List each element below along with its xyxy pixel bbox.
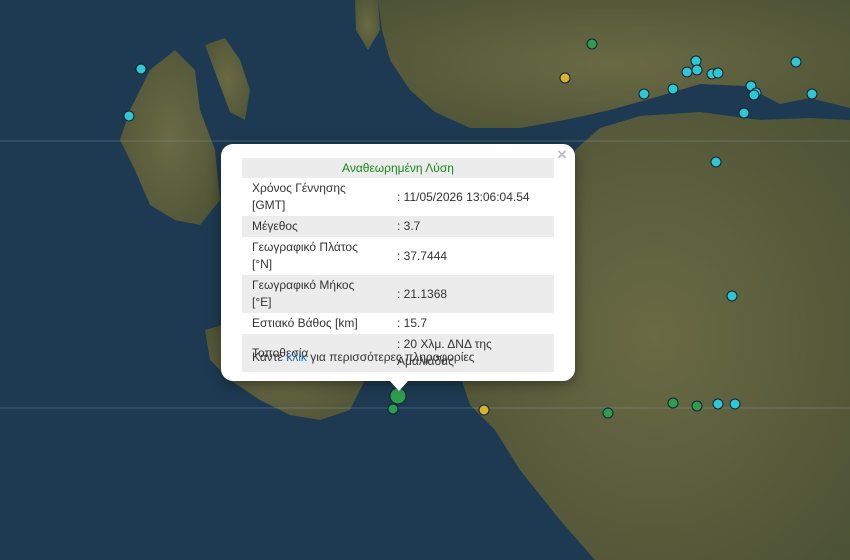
marker-cyan[interactable] (712, 67, 724, 79)
marker-cyan[interactable] (135, 63, 147, 75)
marker-green[interactable] (387, 403, 399, 415)
popup-title: Αναθεωρημένη Λύση (242, 158, 554, 178)
marker-green[interactable] (602, 407, 614, 419)
earthquake-popup: × Αναθεωρημένη Λύση Χρόνος Γέννησης [GMT… (221, 144, 575, 381)
row-label: Μέγεθος (242, 216, 387, 237)
marker-cyan[interactable] (638, 88, 650, 100)
more-suffix: για περισσότερες πληροφορίες (306, 350, 475, 364)
marker-cyan[interactable] (691, 64, 703, 76)
info-table: Χρόνος Γέννησης [GMT] : 11/05/2026 13:06… (242, 178, 554, 372)
table-row: Γεωγραφικό Πλάτος [°N] : 37.7444 (242, 237, 554, 275)
marker-cyan[interactable] (712, 398, 724, 410)
marker-cyan[interactable] (748, 89, 760, 101)
marker-cyan[interactable] (729, 398, 741, 410)
close-icon[interactable]: × (553, 146, 571, 164)
more-info-text: Κάντε κλικ για περισσότερες πληροφορίες (252, 350, 475, 364)
marker-cyan[interactable] (710, 156, 722, 168)
popup-pointer (389, 380, 409, 391)
marker-green[interactable] (586, 38, 598, 50)
marker-cyan[interactable] (690, 55, 702, 67)
marker-cyan[interactable] (681, 66, 693, 78)
marker-cyan[interactable] (790, 56, 802, 68)
row-value: : 3.7 (387, 216, 554, 237)
row-value: : 21.1368 (387, 275, 554, 313)
marker-green[interactable] (691, 400, 703, 412)
marker-cyan[interactable] (123, 110, 135, 122)
row-value: : 15.7 (397, 316, 428, 330)
marker-cyan[interactable] (667, 83, 679, 95)
row-label: Χρόνος Γέννησης [GMT] (252, 181, 346, 212)
table-row: Χρόνος Γέννησης [GMT] : 11/05/2026 13:06… (242, 178, 554, 216)
marker-yellow[interactable] (559, 72, 571, 84)
row-value: : 11/05/2026 13:06:04.54 (397, 189, 530, 204)
row-value: : 37.7444 (397, 248, 448, 263)
marker-cyan[interactable] (738, 107, 750, 119)
marker-cyan[interactable] (806, 88, 818, 100)
marker-yellow[interactable] (478, 404, 490, 416)
table-row: Γεωγραφικό Μήκος [°E] : 21.1368 (242, 275, 554, 313)
more-info-link[interactable]: κλικ (286, 350, 307, 364)
row-label: Γεωγραφικό Πλάτος [°N] (252, 240, 358, 271)
more-prefix: Κάντε (252, 350, 287, 364)
row-label: Εστιακό Βάθος [km] (252, 316, 358, 330)
table-row: Μέγεθος : 3.7 (242, 216, 554, 237)
marker-cyan[interactable] (726, 290, 738, 302)
row-label: Γεωγραφικό Μήκος [°E] (242, 275, 387, 313)
table-row: Εστιακό Βάθος [km] : 15.7 (242, 313, 554, 334)
marker-green[interactable] (667, 397, 679, 409)
